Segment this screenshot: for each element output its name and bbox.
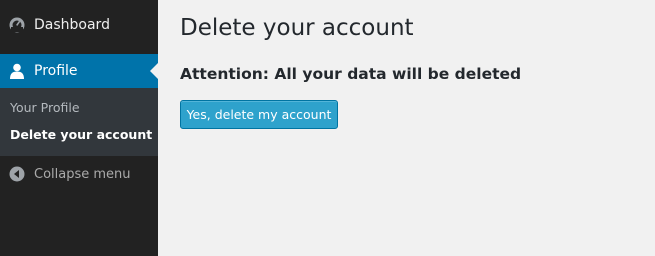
- profile-submenu: Your Profile Delete your account: [0, 88, 158, 156]
- admin-screen: Dashboard Profile Your Profile Delete yo…: [0, 0, 655, 256]
- sidebar-item-dashboard[interactable]: Dashboard: [0, 8, 158, 42]
- submenu-item-delete-account[interactable]: Delete your account: [10, 127, 152, 142]
- user-icon: [8, 62, 26, 80]
- sidebar-item-label: Profile: [34, 63, 78, 79]
- delete-account-button[interactable]: Yes, delete my account: [180, 100, 338, 129]
- admin-sidebar: Dashboard Profile Your Profile Delete yo…: [0, 0, 158, 256]
- deletion-warning: Attention: All your data will be deleted: [180, 65, 522, 83]
- submenu-item-your-profile[interactable]: Your Profile: [10, 100, 80, 115]
- collapse-menu-label: Collapse menu: [34, 166, 131, 182]
- collapse-arrow-icon: [8, 165, 26, 183]
- sidebar-item-profile[interactable]: Profile: [0, 54, 158, 88]
- collapse-menu-button[interactable]: Collapse menu: [0, 157, 158, 191]
- dashboard-icon: [8, 16, 26, 34]
- sidebar-item-label: Dashboard: [34, 17, 110, 33]
- main-content: Delete your account Attention: All your …: [180, 0, 640, 256]
- active-indicator: [150, 63, 158, 79]
- page-title: Delete your account: [180, 15, 414, 41]
